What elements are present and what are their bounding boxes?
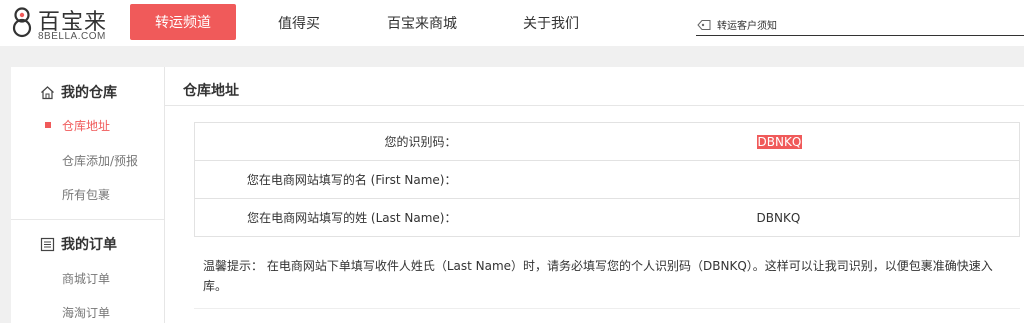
sidebar-item-mall-orders[interactable]: 商城订单 bbox=[62, 270, 110, 287]
table-row: 您在电商网站填写的姓 (Last Name)： DBNKQ bbox=[194, 198, 1020, 237]
address-info-table: 您的识别码： DBNKQ 您在电商网站填写的名 (First Name)： 您在… bbox=[194, 122, 1020, 237]
row-label-id-code: 您的识别码： bbox=[194, 122, 457, 161]
main-panel: 仓库地址 您的识别码： DBNKQ 您在电商网站填写的名 (First Name… bbox=[164, 67, 1024, 323]
sidebar-item-warehouse-address[interactable]: 仓库地址 bbox=[62, 117, 110, 134]
row-value-last-name[interactable]: DBNKQ bbox=[456, 198, 1020, 237]
nav-item-transship[interactable]: 转运频道 bbox=[130, 4, 236, 40]
row-value-id-code: DBNKQ bbox=[456, 122, 1020, 161]
row-label-first-name: 您在电商网站填写的名 (First Name)： bbox=[194, 160, 457, 199]
sidebar-section-title: 我的仓库 bbox=[61, 85, 117, 101]
nav-item-deals[interactable]: 值得买 bbox=[278, 13, 320, 33]
nav-item-about[interactable]: 关于我们 bbox=[523, 13, 579, 33]
notice-label: 转运客户须知 bbox=[717, 21, 777, 32]
customer-notice-link[interactable]: 转运客户须知 bbox=[696, 14, 1024, 36]
sidebar-section-orders: 我的订单 bbox=[40, 234, 117, 254]
site-logo[interactable]: 百宝来 8BELLA.COM bbox=[10, 2, 120, 44]
list-icon bbox=[40, 237, 55, 251]
logo-domain-text: 8BELLA.COM bbox=[38, 31, 106, 42]
logo-8-icon bbox=[12, 7, 32, 38]
home-icon bbox=[41, 85, 54, 99]
page-title: 仓库地址 bbox=[183, 83, 239, 99]
tag-icon bbox=[697, 19, 711, 30]
sidebar: 我的仓库 仓库地址 仓库添加/预报 所有包裹 我的订单 商城订单 海淘订单 bbox=[11, 67, 164, 323]
sidebar-item-all-packages[interactable]: 所有包裹 bbox=[62, 186, 110, 203]
row-value-first-name[interactable] bbox=[456, 160, 1020, 199]
top-header: 百宝来 8BELLA.COM 转运频道 值得买 百宝来商城 关于我们 转运客户须… bbox=[0, 0, 1024, 46]
sidebar-section-warehouse: 我的仓库 bbox=[40, 82, 117, 102]
sidebar-item-warehouse-add[interactable]: 仓库添加/预报 bbox=[62, 152, 138, 169]
active-indicator bbox=[45, 122, 51, 128]
content-divider bbox=[194, 308, 1020, 309]
row-label-last-name: 您在电商网站填写的姓 (Last Name)： bbox=[194, 198, 457, 237]
table-row: 您在电商网站填写的名 (First Name)： bbox=[194, 160, 1020, 199]
table-row: 您的识别码： DBNKQ bbox=[194, 122, 1020, 161]
nav-item-mall[interactable]: 百宝来商城 bbox=[387, 13, 457, 33]
sidebar-item-haitao-orders[interactable]: 海淘订单 bbox=[62, 304, 110, 321]
warm-tip-text: 温馨提示： 在电商网站下单填写收件人姓氏（Last Name）时，请务必填写您的… bbox=[203, 259, 993, 293]
sidebar-divider bbox=[11, 219, 164, 220]
id-code-highlight[interactable]: DBNKQ bbox=[756, 134, 803, 149]
sidebar-section-title: 我的订单 bbox=[61, 237, 117, 253]
